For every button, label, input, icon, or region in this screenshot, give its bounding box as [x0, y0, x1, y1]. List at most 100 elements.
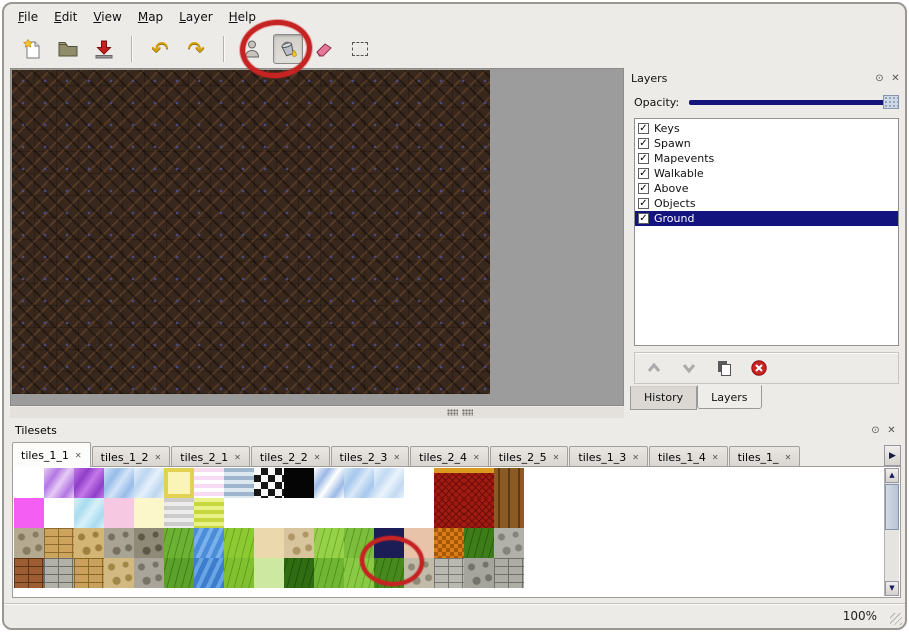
tile-3-14[interactable]	[434, 558, 464, 588]
tile-2-4[interactable]	[134, 528, 164, 558]
menu-edit[interactable]: Edit	[46, 7, 85, 27]
tab-close-icon[interactable]: ✕	[155, 453, 162, 462]
tile-2-7[interactable]	[224, 528, 254, 558]
tileset-tab-tiles_1_2[interactable]: tiles_1_2✕	[92, 446, 171, 467]
tileset-scrollbar[interactable]: ▲ ▼	[884, 468, 899, 596]
tile-1-11[interactable]	[344, 498, 374, 528]
tile-0-13[interactable]	[404, 468, 434, 498]
menu-help[interactable]: Help	[221, 7, 264, 27]
tile-1-2[interactable]	[74, 498, 104, 528]
tile-0-14[interactable]	[434, 468, 464, 498]
close-panel-icon[interactable]: ✕	[889, 72, 902, 85]
tile-0-2[interactable]	[74, 468, 104, 498]
tileset-tab-tiles_1_[interactable]: tiles_1_✕	[729, 446, 801, 467]
tile-2-8[interactable]	[254, 528, 284, 558]
layer-visibility-checkbox[interactable]: ✓	[638, 168, 649, 179]
tile-2-11[interactable]	[344, 528, 374, 558]
tile-0-8[interactable]	[254, 468, 284, 498]
tile-1-13[interactable]	[404, 498, 434, 528]
tileset-tab-tiles_2_3[interactable]: tiles_2_3✕	[331, 446, 410, 467]
tile-1-15[interactable]	[464, 498, 494, 528]
tileset-tab-tiles_1_4[interactable]: tiles_1_4✕	[649, 446, 728, 467]
tile-3-13[interactable]	[404, 558, 434, 588]
split-divider[interactable]	[10, 407, 624, 418]
tab-close-icon[interactable]: ✕	[393, 453, 400, 462]
save-map-button[interactable]	[89, 34, 119, 64]
scroll-tabs-right-button[interactable]: ▶	[884, 445, 901, 466]
tile-1-3[interactable]	[104, 498, 134, 528]
window-resize-grip[interactable]	[890, 613, 902, 625]
layer-row-ground[interactable]: ✓Ground	[635, 211, 898, 226]
tile-1-4[interactable]	[134, 498, 164, 528]
layer-row-mapevents[interactable]: ✓Mapevents	[635, 151, 898, 166]
fill-tool-button[interactable]	[273, 34, 303, 64]
menu-view[interactable]: View	[85, 7, 129, 27]
layer-visibility-checkbox[interactable]: ✓	[638, 138, 649, 149]
tileset-tab-tiles_1_1[interactable]: tiles_1_1✕	[12, 442, 91, 467]
tileset-tab-tiles_1_3[interactable]: tiles_1_3✕	[569, 446, 648, 467]
layer-visibility-checkbox[interactable]: ✓	[638, 153, 649, 164]
tile-2-9[interactable]	[284, 528, 314, 558]
tile-3-7[interactable]	[224, 558, 254, 588]
layer-visibility-checkbox[interactable]: ✓	[638, 213, 649, 224]
opacity-slider-thumb[interactable]	[883, 95, 899, 109]
tile-2-3[interactable]	[104, 528, 134, 558]
open-map-button[interactable]	[53, 34, 83, 64]
tile-2-13[interactable]	[404, 528, 434, 558]
tab-layers[interactable]: Layers	[697, 385, 761, 409]
tile-2-14[interactable]	[434, 528, 464, 558]
tileset-tab-tiles_2_2[interactable]: tiles_2_2✕	[251, 446, 330, 467]
tile-1-1[interactable]	[44, 498, 74, 528]
layer-row-objects[interactable]: ✓Objects	[635, 196, 898, 211]
tile-3-4[interactable]	[134, 558, 164, 588]
tile-0-15[interactable]	[464, 468, 494, 498]
map-canvas[interactable]	[12, 70, 490, 394]
float-panel-icon[interactable]: ⊙	[869, 424, 882, 437]
layer-visibility-checkbox[interactable]: ✓	[638, 183, 649, 194]
map-viewport[interactable]	[10, 68, 624, 406]
tab-close-icon[interactable]: ✕	[314, 453, 321, 462]
tile-0-3[interactable]	[104, 468, 134, 498]
layer-row-above[interactable]: ✓Above	[635, 181, 898, 196]
tile-1-10[interactable]	[314, 498, 344, 528]
layer-visibility-checkbox[interactable]: ✓	[638, 198, 649, 209]
undo-button[interactable]: ↶	[145, 34, 175, 64]
layer-row-spawn[interactable]: ✓Spawn	[635, 136, 898, 151]
tile-1-0[interactable]	[14, 498, 44, 528]
move-layer-up-button[interactable]	[645, 360, 663, 376]
delete-layer-button[interactable]	[750, 359, 768, 377]
menu-file[interactable]: File	[10, 7, 46, 27]
tab-close-icon[interactable]: ✕	[75, 451, 82, 460]
tile-3-8[interactable]	[254, 558, 284, 588]
tileset-tab-tiles_2_4[interactable]: tiles_2_4✕	[410, 446, 489, 467]
tile-3-9[interactable]	[284, 558, 314, 588]
select-tool-button[interactable]	[345, 34, 375, 64]
tile-2-1[interactable]	[44, 528, 74, 558]
tab-close-icon[interactable]: ✕	[785, 453, 792, 462]
tile-0-7[interactable]	[224, 468, 254, 498]
tile-3-15[interactable]	[464, 558, 494, 588]
tileset-tab-tiles_2_1[interactable]: tiles_2_1✕	[171, 446, 250, 467]
tile-1-8[interactable]	[254, 498, 284, 528]
splitter-grip[interactable]	[447, 409, 473, 416]
scrollbar-thumb[interactable]	[885, 484, 899, 530]
new-map-button[interactable]	[17, 34, 47, 64]
tile-2-15[interactable]	[464, 528, 494, 558]
tab-close-icon[interactable]: ✕	[473, 453, 480, 462]
tile-1-6[interactable]	[194, 498, 224, 528]
layer-row-walkable[interactable]: ✓Walkable	[635, 166, 898, 181]
tileset-tab-tiles_2_5[interactable]: tiles_2_5✕	[490, 446, 569, 467]
tile-3-16[interactable]	[494, 558, 524, 588]
tile-3-11[interactable]	[344, 558, 374, 588]
move-layer-down-button[interactable]	[680, 360, 698, 376]
tile-0-12[interactable]	[374, 468, 404, 498]
menu-map[interactable]: Map	[130, 7, 171, 27]
eraser-tool-button[interactable]	[309, 34, 339, 64]
tile-3-1[interactable]	[44, 558, 74, 588]
tile-3-3[interactable]	[104, 558, 134, 588]
tile-0-6[interactable]	[194, 468, 224, 498]
opacity-slider[interactable]	[689, 95, 899, 109]
float-panel-icon[interactable]: ⊙	[873, 72, 886, 85]
close-panel-icon[interactable]: ✕	[885, 424, 898, 437]
tile-2-5[interactable]	[164, 528, 194, 558]
